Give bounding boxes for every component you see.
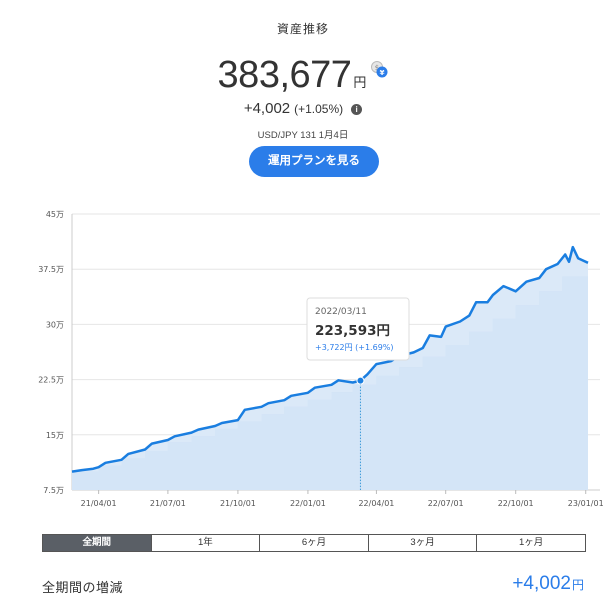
asset-chart[interactable]: 7.5万 15万 22.5万 30万 37.5万 45万 21/04/01 21/07/01 2… [0,200,606,520]
tooltip-value: 223,593円 [315,323,390,339]
tab-1-year[interactable]: 1年 [150,535,260,551]
x-tick-label: 22/04/01 [358,499,394,508]
y-tick-label: 7.5万 [43,486,64,495]
summary-label: 全期間の増減 [42,580,124,595]
tooltip-change: +3,722円 (+1.69%) [315,343,394,352]
x-tick-label: 21/04/01 [81,499,117,508]
x-tick-label: 21/10/01 [220,499,256,508]
x-tick-label: 23/01/01 [568,499,604,508]
tab-1-month[interactable]: 1ヶ月 [476,535,585,551]
currency-toggle-icon[interactable]: $ ¥ [370,60,388,78]
view-plan-button[interactable]: 運用プランを見る [249,146,379,177]
y-tick-label: 22.5万 [38,376,64,385]
total-value-unit: 円 [353,75,367,90]
tooltip-date: 2022/03/11 [315,307,367,317]
tab-6-months[interactable]: 6ヶ月 [259,535,368,551]
x-tick-label: 22/07/01 [428,499,464,508]
daily-change: +4,002 (+1.05%) i [0,100,606,117]
fx-rate: USD/JPY 131 1月4日 [257,130,349,141]
period-tabs: 全期間 1年 6ヶ月 3ヶ月 1ヶ月 [42,534,586,552]
change-percent: (+1.05%) [294,102,344,116]
x-tick-label: 22/10/01 [498,499,534,508]
y-tick-label: 15万 [46,431,64,440]
x-tick-label: 21/07/01 [150,499,186,508]
summary-value-unit: 円 [571,578,584,592]
y-tick-label: 37.5万 [38,265,64,274]
tab-3-months[interactable]: 3ヶ月 [367,535,477,551]
summary-value-number: +4,002 [512,573,571,594]
change-value: +4,002 [243,100,291,117]
y-tick-label: 30万 [46,320,64,329]
tab-all-period[interactable]: 全期間 [43,535,151,551]
x-tick-label: 22/01/01 [290,499,326,508]
info-icon[interactable]: i [351,103,363,115]
summary-value: +4,002円 [512,573,584,595]
svg-text:¥: ¥ [380,69,385,77]
total-value-number: 383,677 [217,54,352,96]
hover-point [356,376,365,385]
total-asset-value: 383,677 円 $ ¥ [0,54,606,97]
page-title: 資産推移 [276,22,329,36]
y-tick-label: 45万 [46,210,64,219]
